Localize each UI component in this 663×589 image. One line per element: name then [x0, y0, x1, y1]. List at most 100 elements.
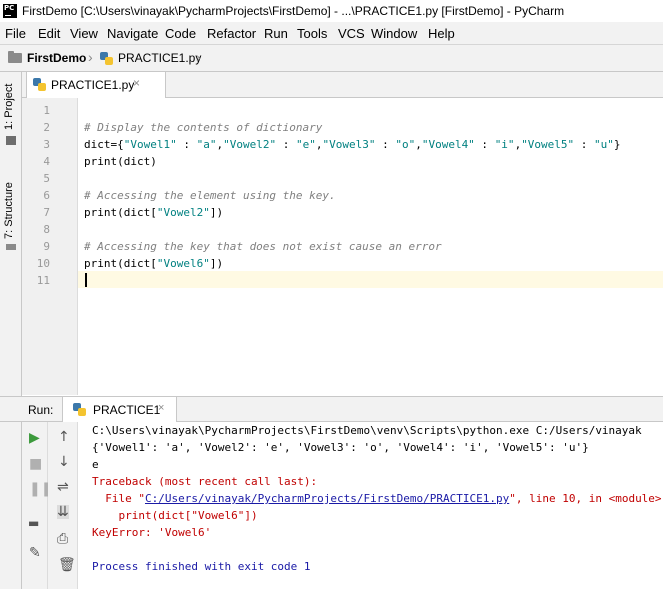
breadcrumb-project[interactable]: FirstDemo — [27, 51, 86, 65]
structure-icon[interactable] — [6, 244, 16, 250]
title-bar: PC FirstDemo [C:\Users\vinayak\PycharmPr… — [0, 0, 663, 22]
window-title: FirstDemo [C:\Users\vinayak\PycharmProje… — [22, 4, 565, 18]
tab-practice1[interactable]: PRACTICE1.py × — [26, 72, 166, 98]
trash-icon[interactable]: 🗑 — [58, 558, 76, 572]
soft-wrap-icon[interactable]: ⇌ — [57, 480, 69, 494]
menu-code[interactable]: Code — [165, 26, 196, 41]
line-number: 4 — [43, 155, 50, 168]
console-command: C:\Users\vinayak\PycharmProjects\FirstDe… — [92, 424, 642, 437]
code-token: : — [574, 138, 595, 151]
code-token: dict={ — [84, 138, 124, 151]
code-string: "Vowel4" — [421, 138, 475, 151]
menu-bar: File Edit View Navigate Code Refactor Ru… — [0, 22, 663, 44]
line-number: 10 — [36, 257, 50, 270]
code-string: "Vowel3" — [322, 138, 376, 151]
python-file-icon — [33, 78, 46, 91]
chevron-right-icon: › — [88, 49, 93, 65]
run-panel-header: Run: PRACTICE1 × — [0, 396, 663, 422]
menu-tools[interactable]: Tools — [297, 26, 327, 41]
left-tool-strip: 1: Project 7: Structure — [0, 72, 22, 589]
menu-view[interactable]: View — [70, 26, 98, 41]
menu-run[interactable]: Run — [264, 26, 288, 41]
code-string: "Vowel1" — [123, 138, 177, 151]
run-toolbar-secondary: ↑ ↓ ⇌ ⇊ ⎙ 🗑 — [48, 422, 78, 589]
code-string: "Vowel2" — [223, 138, 277, 151]
console-traceback: Traceback (most recent call last): — [92, 475, 318, 488]
run-console[interactable]: C:\Users\vinayak\PycharmProjects\FirstDe… — [78, 422, 663, 589]
code-comment: # Accessing the element using the key. — [84, 189, 336, 202]
pin-icon[interactable]: ✎ — [29, 546, 41, 560]
breadcrumb-file[interactable]: PRACTICE1.py — [118, 51, 201, 65]
code-comment: # Display the contents of dictionary — [84, 121, 323, 134]
python-file-icon — [100, 52, 113, 65]
line-number: 7 — [43, 206, 50, 219]
code-line-print-key: print(dict["Vowel2"]) — [84, 206, 223, 219]
code-string: "u" — [594, 138, 614, 151]
print-icon[interactable]: ⎙ — [57, 532, 68, 546]
current-line-highlight — [78, 271, 663, 288]
line-number-gutter: 1 2 3 4 5 6 7 8 9 10 11 — [22, 98, 78, 395]
tab-label: PRACTICE1.py — [51, 78, 135, 92]
code-line-dict: dict={"Vowel1" : "a","Vowel2" : "e","Vow… — [84, 138, 621, 151]
menu-edit[interactable]: Edit — [38, 26, 60, 41]
play-icon[interactable]: ▶ — [29, 431, 40, 445]
console-traceback-file: File "C:/Users/vinayak/PycharmProjects/F… — [92, 492, 662, 505]
structure-tool-tab[interactable]: 7: Structure — [3, 182, 15, 239]
code-string: "e" — [295, 138, 316, 151]
python-run-icon — [73, 403, 86, 416]
layout-icon[interactable]: ▬ — [28, 516, 39, 530]
folder-icon[interactable] — [6, 136, 16, 145]
code-token: : — [474, 138, 495, 151]
text-caret — [85, 273, 87, 287]
line-number: 11 — [36, 274, 50, 287]
run-tab-label: PRACTICE1 — [93, 403, 161, 417]
console-output: e — [92, 458, 99, 471]
code-token: : — [176, 138, 197, 151]
code-comment: # Accessing the key that does not exist … — [84, 240, 442, 253]
line-number: 9 — [43, 240, 50, 253]
console-text: ", line 10, in <module> — [509, 492, 662, 505]
console-output: {'Vowel1': 'a', 'Vowel2': 'e', 'Vowel3':… — [92, 441, 589, 454]
menu-window[interactable]: Window — [371, 26, 417, 41]
line-number: 5 — [43, 172, 50, 185]
code-editor[interactable]: # Display the contents of dictionary dic… — [78, 98, 663, 395]
menu-vcs[interactable]: VCS — [338, 26, 365, 41]
close-icon[interactable]: × — [158, 402, 164, 414]
line-number: 6 — [43, 189, 50, 202]
code-token: , — [415, 138, 422, 151]
code-token: print(dict[ — [84, 206, 157, 219]
menu-refactor[interactable]: Refactor — [207, 26, 256, 41]
code-token: ]) — [209, 257, 224, 270]
pycharm-logo-icon: PC — [3, 4, 17, 18]
line-number: 3 — [43, 138, 50, 151]
line-number: 2 — [43, 121, 50, 134]
menu-file[interactable]: File — [5, 26, 26, 41]
scroll-to-end-icon[interactable]: ⇊ — [57, 505, 69, 519]
console-exit-status: Process finished with exit code 1 — [92, 560, 311, 573]
code-string: "o" — [395, 138, 416, 151]
project-tool-tab[interactable]: 1: Project — [3, 84, 15, 130]
code-string: "Vowel6" — [156, 257, 210, 270]
code-string: "Vowel5" — [521, 138, 575, 151]
code-token: : — [276, 138, 296, 151]
arrow-up-icon[interactable]: ↑ — [58, 430, 70, 444]
line-number: 8 — [43, 223, 50, 236]
arrow-down-icon[interactable]: ↓ — [58, 455, 70, 469]
menu-help[interactable]: Help — [428, 26, 455, 41]
run-toolbar-primary: ▶ ■ ❚❚ ▬ ✎ — [22, 422, 52, 589]
code-token: } — [613, 138, 621, 151]
code-token: ]) — [209, 206, 224, 219]
close-icon[interactable]: × — [133, 76, 140, 90]
run-tab-practice1[interactable]: PRACTICE1 × — [62, 397, 177, 422]
menu-navigate[interactable]: Navigate — [107, 26, 158, 41]
code-string: "i" — [494, 138, 515, 151]
code-line-print: print(dict) — [84, 155, 157, 168]
stop-icon[interactable]: ■ — [29, 457, 42, 471]
console-error: KeyError: 'Vowel6' — [92, 526, 212, 539]
line-number: 1 — [43, 104, 50, 117]
code-token: print(dict[ — [84, 257, 157, 270]
code-token: : — [375, 138, 396, 151]
console-file-link[interactable]: C:/Users/vinayak/PycharmProjects/FirstDe… — [145, 492, 509, 505]
run-label: Run: — [28, 403, 54, 417]
console-traceback-code: print(dict["Vowel6"]) — [92, 509, 258, 522]
